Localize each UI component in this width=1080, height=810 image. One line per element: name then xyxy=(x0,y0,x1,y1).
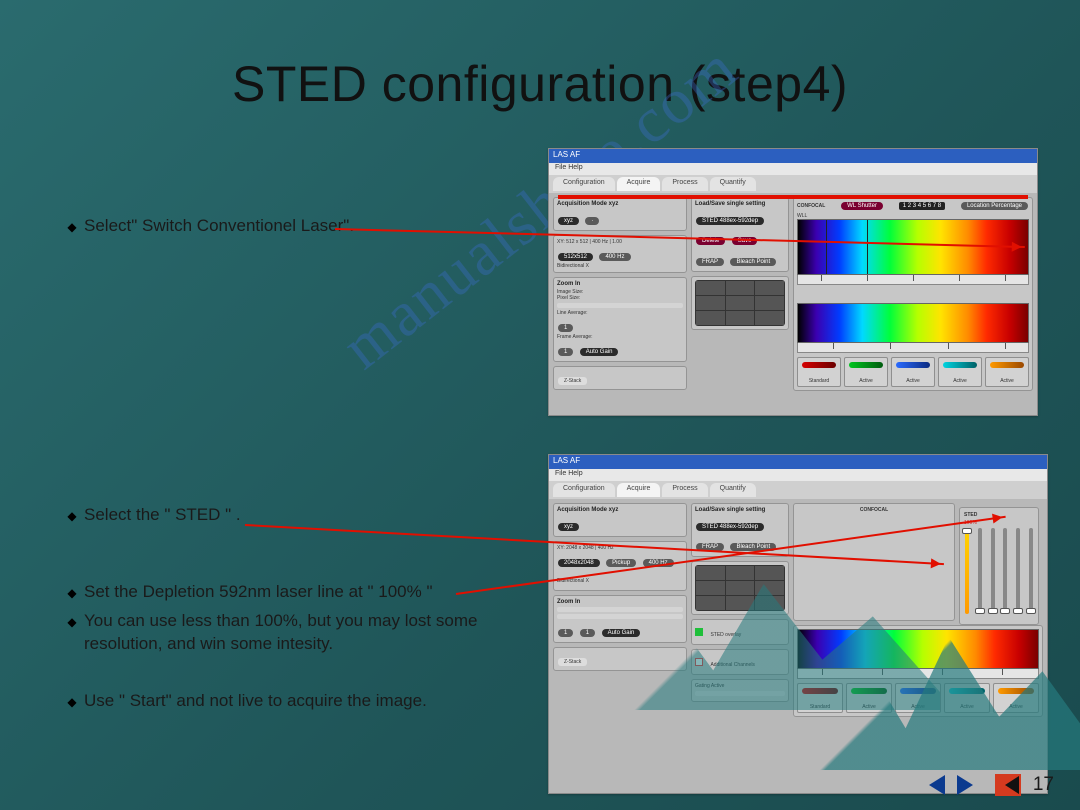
frap-toggle[interactable]: FRAP xyxy=(696,258,724,266)
detector-hyb3[interactable]: Active xyxy=(938,357,982,387)
confocal-panel: CONFOCAL WL Shutter 1 2 3 4 5 6 7 8 Loca… xyxy=(793,197,1033,391)
main-tabs-2: Configuration Acquire Process Quantify xyxy=(549,481,1047,499)
preset-pill-2[interactable]: STED 488ex-592dep xyxy=(696,523,764,531)
detector-row: Standard Active Active Active Active xyxy=(797,357,1029,387)
bullet-item: ◆ Set the Depletion 592nm laser line at … xyxy=(60,581,520,604)
line-avg-value[interactable]: 1 xyxy=(558,324,573,332)
line-avg-label: Line Average: xyxy=(557,310,683,316)
format-pill[interactable]: 512x512 xyxy=(558,253,593,261)
speed-pill[interactable]: 400 Hz xyxy=(599,253,630,261)
autogain-2[interactable]: Auto Gain xyxy=(602,629,641,637)
bullet-text: You can use less than 100%, but you may … xyxy=(84,610,520,656)
bullet-item: ◆ Select" Switch Conventionel Laser". xyxy=(60,215,520,238)
slide: STED configuration (step4) manualshive.c… xyxy=(0,0,1080,810)
sted-sliders xyxy=(964,528,1034,614)
tab-configuration[interactable]: Configuration xyxy=(553,177,615,191)
app-menubar-2: File Help xyxy=(549,469,1047,481)
bullet-item: ◆ Select the " STED " . xyxy=(60,504,520,527)
bidir-label: Bidirectional X xyxy=(557,263,683,269)
beam-header-2: Load/Save single setting xyxy=(695,507,785,513)
next-slide-button[interactable] xyxy=(957,775,983,795)
sted-slider-3[interactable] xyxy=(991,528,995,614)
page-number: 17 xyxy=(1033,774,1054,796)
autogain-button[interactable]: Auto Gain xyxy=(580,348,619,356)
app-menubar: File Help xyxy=(549,163,1037,175)
emission-ruler xyxy=(797,343,1029,353)
tab-acquire-2[interactable]: Acquire xyxy=(617,483,661,497)
bullet-text: Set the Depletion 592nm laser line at " … xyxy=(84,581,520,604)
mode-pill-2[interactable]: xyz xyxy=(558,523,579,531)
app-titlebar: LAS AF xyxy=(549,149,1037,163)
xy-grid-panel xyxy=(691,276,789,330)
nav-grid[interactable] xyxy=(695,280,785,326)
bullet-list: ◆ Select" Switch Conventionel Laser". ◆ … xyxy=(60,215,520,719)
sted-slider-592[interactable] xyxy=(965,528,969,614)
frame-avg-2[interactable]: 1 xyxy=(580,629,595,637)
pixel-size-label: Pixel Size: xyxy=(557,295,683,301)
bleach-toggle[interactable]: Bleach Point xyxy=(730,258,776,266)
highlight-bar xyxy=(558,195,1028,199)
bullet-marker: ◆ xyxy=(60,504,84,524)
tab-quantify[interactable]: Quantify xyxy=(710,177,756,191)
bullet-item: ◆ Use " Start" and not live to acquire t… xyxy=(60,690,520,713)
bullet-marker: ◆ xyxy=(60,690,84,710)
xy-panel: XY: 512 x 512 | 400 Hz | 1.00 512x512 40… xyxy=(553,235,687,273)
pickup-toggle[interactable]: Pickup xyxy=(606,559,636,567)
screenshot-upper: LAS AF File Help Configuration Acquire P… xyxy=(548,148,1038,416)
app-titlebar-2: LAS AF xyxy=(549,455,1047,469)
bullet-marker: ◆ xyxy=(60,215,84,235)
zoom-panel: Zoom In Image Size: Pixel Size: Line Ave… xyxy=(553,277,687,362)
beam-header: Load/Save single setting xyxy=(695,201,785,207)
beam-panel: Load/Save single setting STED 488ex-592d… xyxy=(691,197,789,272)
acq-mode-panel-2: Acquisition Mode xyz xyz xyxy=(553,503,687,537)
bullet-text: Use " Start" and not live to acquire the… xyxy=(84,690,520,713)
zstack-tab-row: Z-Stack xyxy=(553,366,687,390)
detector-pmt2[interactable]: Active xyxy=(985,357,1029,387)
prev-slide-button[interactable] xyxy=(919,775,945,795)
acq-mode-header-2: Acquisition Mode xyz xyxy=(557,507,683,513)
sted-slider-6[interactable] xyxy=(1029,528,1033,614)
acq-mode-header: Acquisition Mode xyz xyxy=(557,201,683,207)
bullet-text: Select the " STED " . xyxy=(84,504,520,527)
sted-slider-4[interactable] xyxy=(1003,528,1007,614)
zstack-tab[interactable]: Z-Stack xyxy=(558,377,587,385)
sted-slider-2[interactable] xyxy=(978,528,982,614)
spectrum-ruler xyxy=(797,275,1029,285)
tab-process[interactable]: Process xyxy=(662,177,707,191)
zoom-header: Zoom In xyxy=(557,281,683,287)
bullet-marker: ◆ xyxy=(60,610,84,630)
tab-acquire[interactable]: Acquire xyxy=(617,177,661,191)
bullet-text: Select" Switch Conventionel Laser". xyxy=(84,215,520,238)
first-slide-button[interactable] xyxy=(995,774,1021,796)
sted-panel: STED 100% xyxy=(959,507,1039,625)
xy-label: XY: 512 x 512 | 400 Hz | 1.00 xyxy=(557,239,683,245)
detector-pmt1[interactable]: Standard xyxy=(797,357,841,387)
main-tabs: Configuration Acquire Process Quantify xyxy=(549,175,1037,193)
channel-numbers: 1 2 3 4 5 6 7 8 xyxy=(899,202,945,210)
bullet-item: ◆ You can use less than 100%, but you ma… xyxy=(60,610,520,656)
mode-option[interactable]: · xyxy=(585,217,599,225)
detector-hyb2[interactable]: Active xyxy=(891,357,935,387)
footer-nav: 17 xyxy=(919,774,1054,796)
tab-quantify-2[interactable]: Quantify xyxy=(710,483,756,497)
emission-spectrum[interactable] xyxy=(797,303,1029,343)
tab-process-2[interactable]: Process xyxy=(662,483,707,497)
preset-pill[interactable]: STED 488ex-592dep xyxy=(696,217,764,225)
mode-pill[interactable]: xyz xyxy=(558,217,579,225)
frame-avg-label: Frame Average: xyxy=(557,334,683,340)
sted-slider-5[interactable] xyxy=(1016,528,1020,614)
frame-avg-value[interactable]: 1 xyxy=(558,348,573,356)
bullet-marker: ◆ xyxy=(60,581,84,601)
detector-hyb1[interactable]: Active xyxy=(844,357,888,387)
acq-mode-panel: Acquisition Mode xyz xyz · xyxy=(553,197,687,231)
format-pill-2[interactable]: 2048x2048 xyxy=(558,559,600,567)
loc-pct-button[interactable]: Location Percentage xyxy=(961,202,1028,210)
tab-configuration-2[interactable]: Configuration xyxy=(553,483,615,497)
confocal-header: CONFOCAL xyxy=(797,203,825,209)
slide-title: STED configuration (step4) xyxy=(0,0,1080,113)
wl-shutter-button[interactable]: WL Shutter xyxy=(841,202,883,210)
